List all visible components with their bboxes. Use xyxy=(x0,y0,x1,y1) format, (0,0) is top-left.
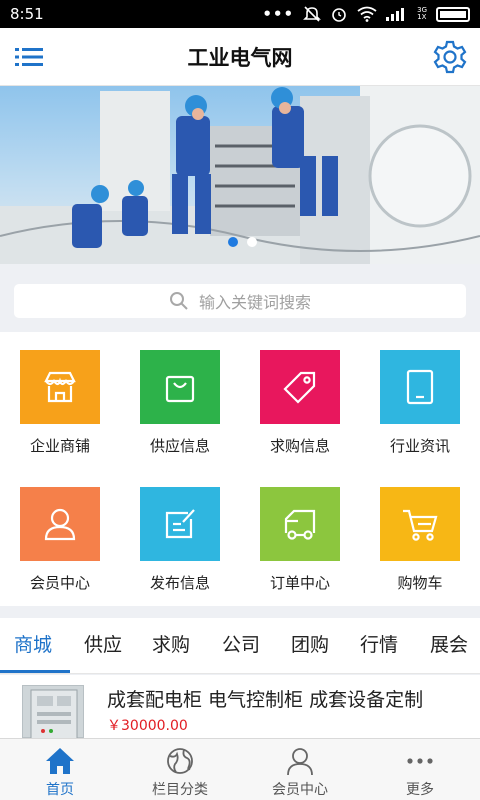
search-icon xyxy=(169,292,188,310)
app-header: 工业电气网 xyxy=(0,28,480,86)
grid-item-label: 会员中心 xyxy=(29,574,90,592)
grid-item-member[interactable]: 会员中心 xyxy=(0,469,120,606)
grid-icon-box xyxy=(260,487,340,561)
grid-item-news[interactable]: 行业资讯 xyxy=(360,332,480,469)
pager-dot-active[interactable] xyxy=(228,237,238,247)
pager-dot[interactable] xyxy=(247,237,257,247)
grid-icon-box xyxy=(380,487,460,561)
cabinet-image xyxy=(30,689,78,740)
grid-icon-box xyxy=(260,350,340,424)
product-item[interactable]: 成套配电柜 电气控制柜 成套设备定制 ￥30000.00 xyxy=(0,675,480,740)
product-price: ￥30000.00 xyxy=(107,718,188,734)
grid-item-label: 订单中心 xyxy=(269,574,330,592)
grid-item-label: 行业资讯 xyxy=(389,437,450,455)
tab-market[interactable]: 行情 xyxy=(360,630,398,657)
page-title: 工业电气网 xyxy=(187,45,293,70)
globe-icon xyxy=(167,748,193,774)
status-time: 8:51 xyxy=(10,5,44,23)
home-icon xyxy=(46,748,74,774)
search-placeholder: 输入关键词搜索 xyxy=(198,293,311,312)
signal-icon xyxy=(386,8,405,21)
grid-item-store[interactable]: 企业商铺 xyxy=(0,332,120,469)
category-tabs: 商城 供应 求购 公司 团购 行情 展会 xyxy=(0,618,480,674)
grid-icon-box xyxy=(20,350,100,424)
grid-item-orders[interactable]: 订单中心 xyxy=(240,469,360,606)
category-grid: 企业商铺 供应信息 求购信息 行业资讯 会员中心 发布信息 订单中心 购物车 xyxy=(0,332,480,606)
truck-icon xyxy=(284,509,316,540)
nav-categories[interactable]: 栏目分类 xyxy=(120,739,240,800)
banner-pager xyxy=(228,237,257,247)
product-title: 成套配电柜 电气控制柜 成套设备定制 xyxy=(107,689,424,711)
gear-icon[interactable] xyxy=(432,39,468,75)
grid-item-label: 求购信息 xyxy=(269,437,330,455)
active-tab-indicator xyxy=(0,670,70,673)
notification-dots-icon: ••• xyxy=(262,5,295,23)
status-icons: ••• 3G 1X xyxy=(262,5,470,23)
tab-mall[interactable]: 商城 xyxy=(14,630,52,657)
shopping-bag-icon xyxy=(165,375,195,403)
bottom-nav: 首页 栏目分类 会员中心 更多 xyxy=(0,738,480,800)
tab-purchase[interactable]: 求购 xyxy=(152,630,190,657)
user-icon xyxy=(287,748,313,776)
menu-icon[interactable] xyxy=(14,42,44,72)
wifi-icon xyxy=(357,6,377,22)
search-section: 输入关键词搜索 xyxy=(0,264,480,332)
grid-item-label: 购物车 xyxy=(397,574,443,592)
store-icon xyxy=(44,371,76,403)
tab-supply[interactable]: 供应 xyxy=(84,630,122,657)
cart-icon xyxy=(403,509,438,541)
mute-icon xyxy=(303,6,322,22)
nav-label: 会员中心 xyxy=(272,782,328,798)
more-icon xyxy=(407,758,433,764)
grid-item-purchase[interactable]: 求购信息 xyxy=(240,332,360,469)
edit-icon xyxy=(165,509,195,539)
grid-item-publish[interactable]: 发布信息 xyxy=(120,469,240,606)
user-icon xyxy=(44,508,76,541)
nav-label: 栏目分类 xyxy=(152,782,208,798)
search-input[interactable]: 输入关键词搜索 xyxy=(14,284,466,318)
nav-label: 更多 xyxy=(406,782,434,798)
grid-icon-box xyxy=(20,487,100,561)
grid-item-supply[interactable]: 供应信息 xyxy=(120,332,240,469)
grid-icon-box xyxy=(140,487,220,561)
grid-item-label: 供应信息 xyxy=(149,437,210,455)
nav-home[interactable]: 首页 xyxy=(0,739,120,800)
nav-more[interactable]: 更多 xyxy=(360,739,480,800)
tab-company[interactable]: 公司 xyxy=(222,630,260,657)
grid-item-cart[interactable]: 购物车 xyxy=(360,469,480,606)
grid-item-label: 发布信息 xyxy=(149,574,210,592)
grid-icon-box xyxy=(140,350,220,424)
alarm-icon xyxy=(332,8,346,22)
network-type: 3G 1X xyxy=(417,6,427,21)
tablet-icon xyxy=(406,369,434,405)
nav-label: 首页 xyxy=(46,782,74,798)
status-bar: 8:51 ••• 3G 1X xyxy=(0,0,480,28)
tab-group-buy[interactable]: 团购 xyxy=(291,630,329,657)
battery-icon xyxy=(436,6,470,22)
tag-icon xyxy=(283,371,316,404)
product-thumbnail xyxy=(22,685,84,740)
grid-icon-box xyxy=(380,350,460,424)
grid-item-label: 企业商铺 xyxy=(29,437,90,455)
tab-exhibition[interactable]: 展会 xyxy=(430,630,468,657)
nav-member[interactable]: 会员中心 xyxy=(240,739,360,800)
